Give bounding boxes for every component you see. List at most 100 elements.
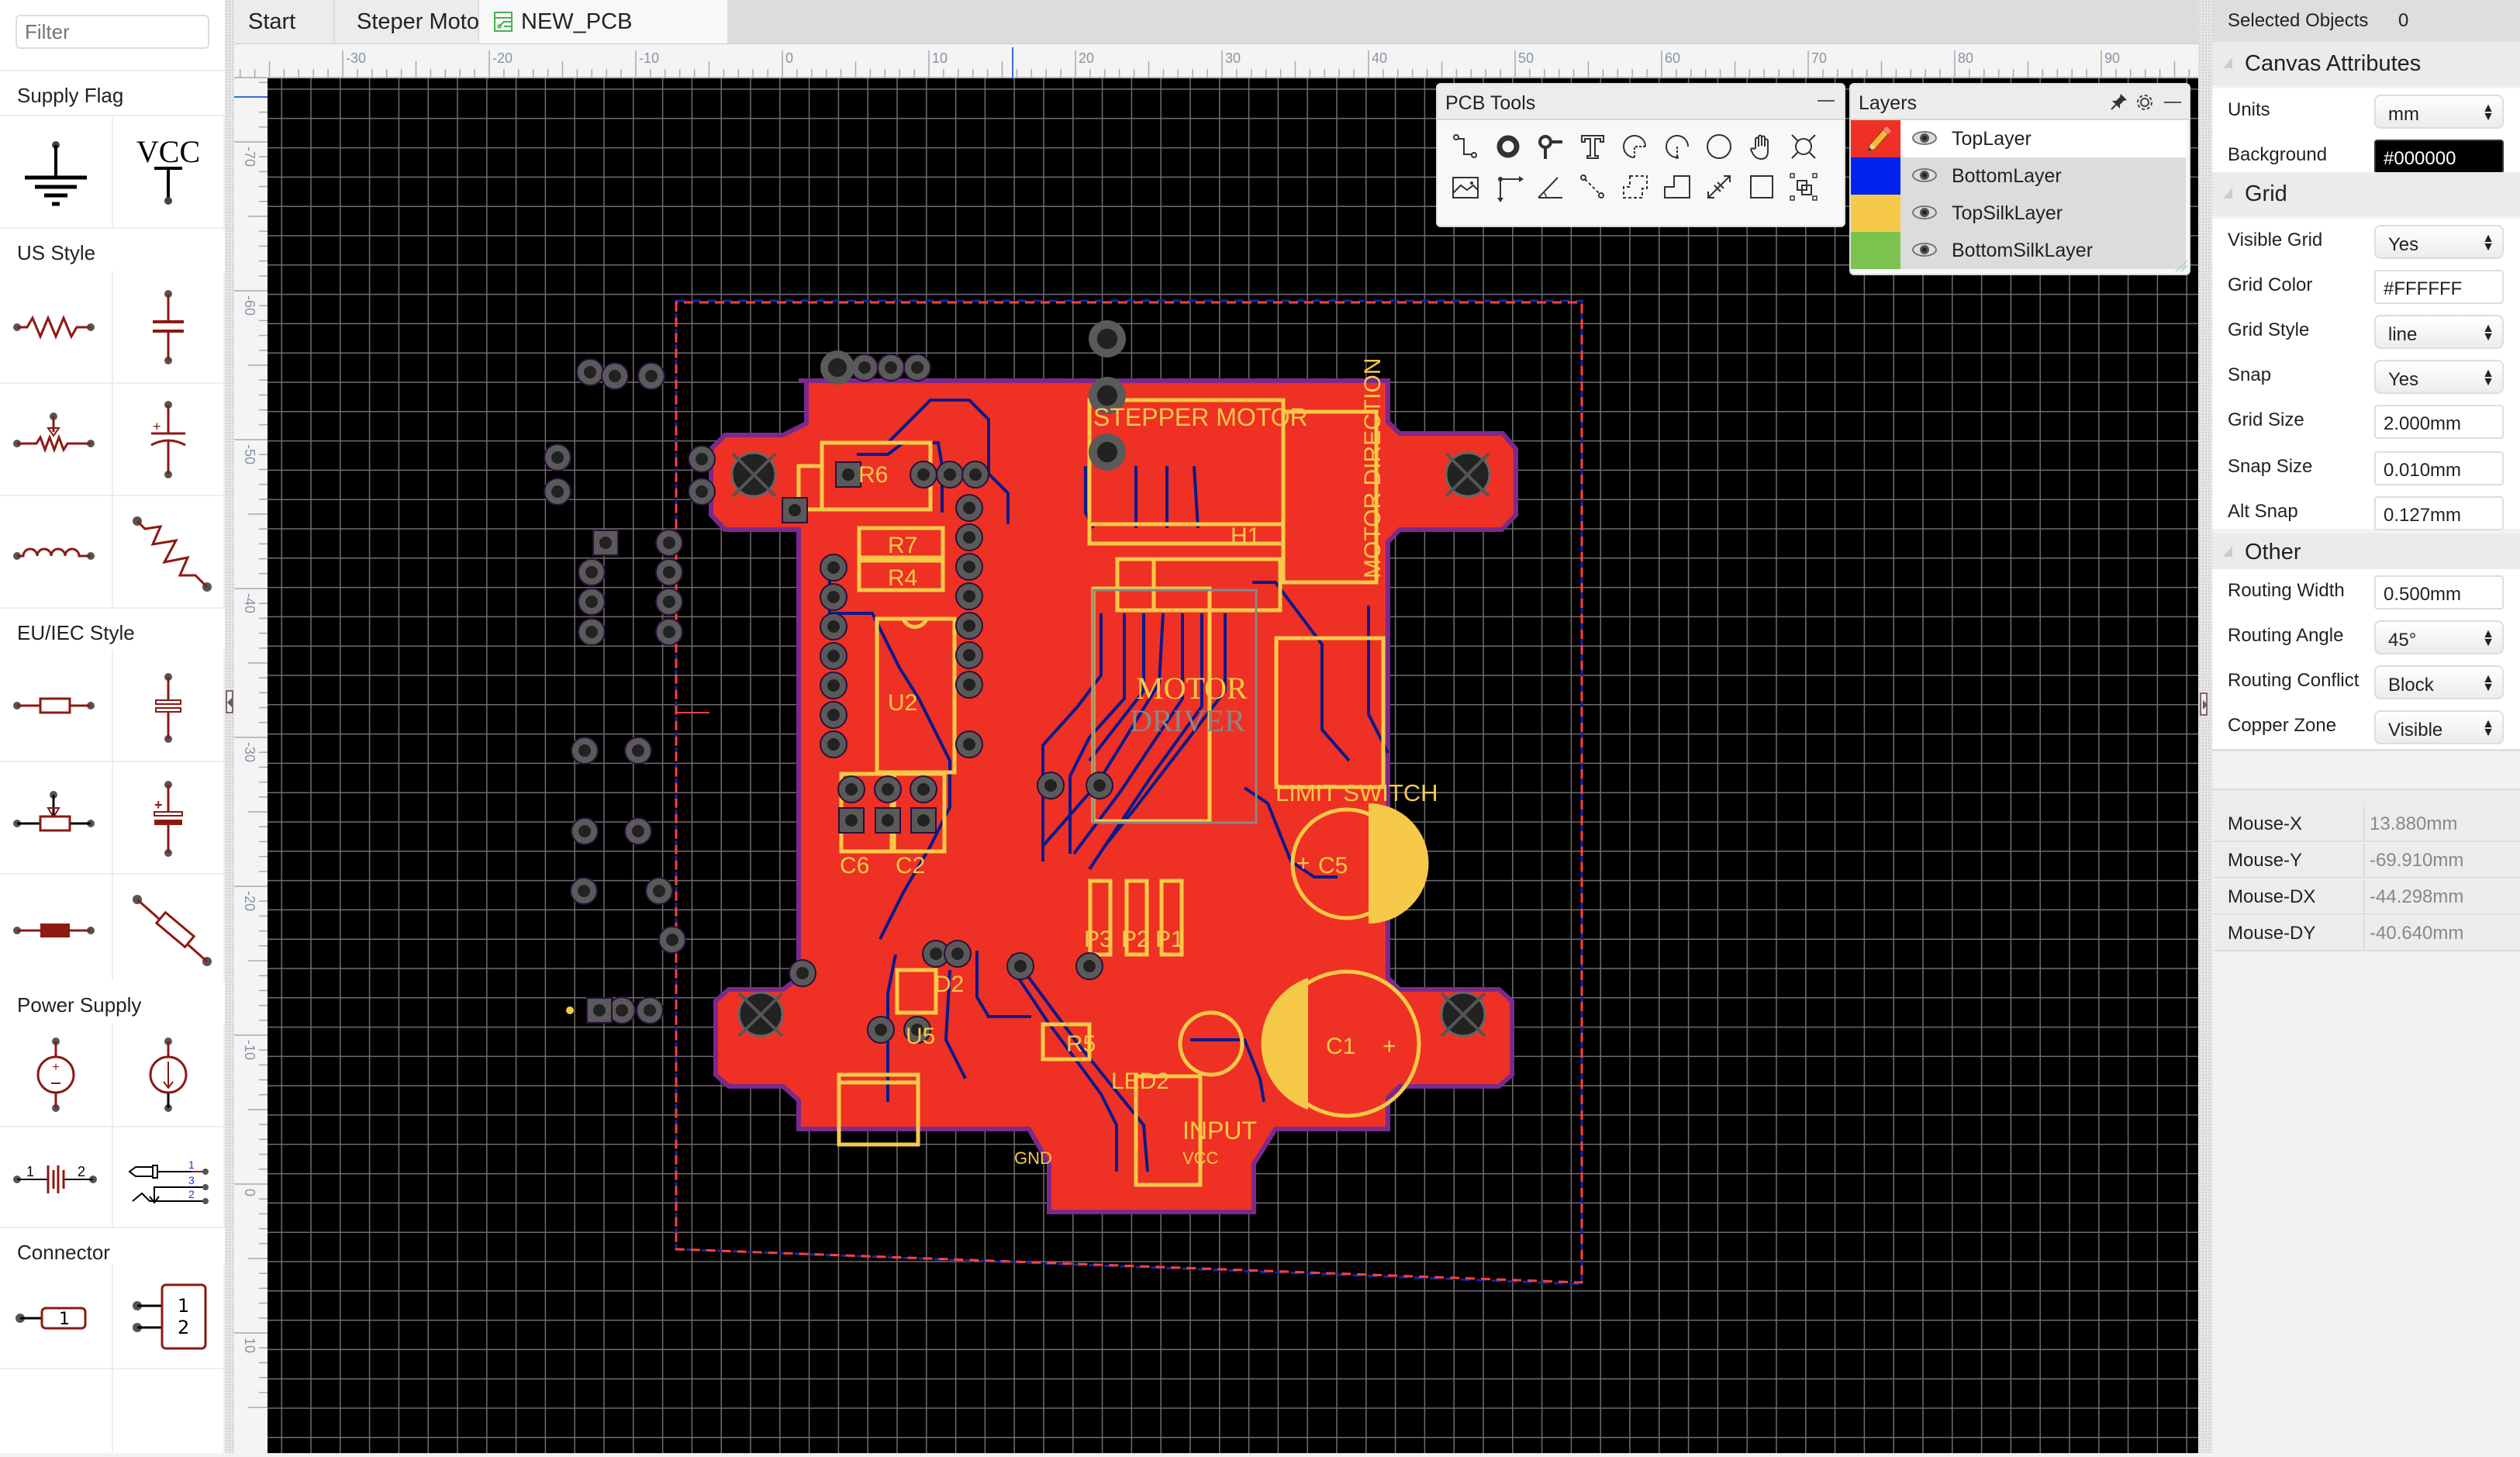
through-hole-pad[interactable] [955, 494, 983, 522]
routing-conflict-select[interactable]: Block ▲ ▼ [2374, 665, 2504, 699]
layer-color-swatch[interactable] [1851, 195, 1900, 232]
through-hole-pad[interactable] [571, 737, 599, 765]
through-hole-pad[interactable] [655, 558, 683, 586]
through-hole-pad[interactable] [837, 775, 865, 803]
through-hole-pad[interactable] [658, 926, 686, 954]
tab-schematic[interactable]: Steper Motor con... [335, 0, 548, 43]
part-voltage-source[interactable]: + [0, 1024, 113, 1127]
part-potentiometer-us[interactable] [0, 384, 113, 496]
solid-region-tool-button[interactable] [1659, 168, 1696, 205]
through-hole-pad[interactable] [1037, 772, 1065, 799]
square-pad[interactable] [586, 997, 613, 1024]
through-hole-pad[interactable] [961, 461, 989, 489]
through-hole-pad[interactable] [820, 613, 847, 640]
pin-icon[interactable] [2110, 92, 2128, 111]
part-inductor-us[interactable] [0, 496, 113, 609]
part-resistor-us[interactable] [0, 271, 113, 384]
part-audio-jack[interactable]: 1 3 2 [113, 1127, 225, 1228]
part-capacitor-eu[interactable] [113, 650, 225, 762]
through-hole-pad[interactable] [820, 672, 847, 699]
part-connector-1pin[interactable]: 1 [0, 1264, 113, 1369]
visibility-eye-icon[interactable] [1911, 241, 1938, 258]
through-hole-pad[interactable] [851, 354, 879, 382]
part-vcc[interactable]: VCC [113, 116, 225, 229]
visible-grid-select[interactable]: Yes ▲ ▼ [2374, 225, 2504, 259]
through-hole-pad[interactable] [944, 940, 972, 968]
part-resistor-us-diagonal[interactable] [113, 496, 225, 609]
section-eu-iec-style[interactable]: EU/IEC Style [0, 609, 225, 655]
through-hole-pad[interactable] [820, 583, 847, 611]
through-hole-pad[interactable] [544, 478, 571, 506]
part-potentiometer-eu[interactable] [0, 762, 113, 875]
visibility-eye-icon[interactable] [1911, 167, 1938, 184]
snap-size-input[interactable]: 0.010mm [2374, 451, 2504, 485]
part-current-source[interactable] [113, 1024, 225, 1127]
through-hole-pad[interactable] [1006, 952, 1034, 980]
collapse-right-panel-button[interactable] [2200, 692, 2208, 716]
section-power-supply[interactable]: Power Supply [0, 981, 225, 1027]
through-hole-pad[interactable] [578, 588, 606, 616]
group-other[interactable]: Other [2212, 533, 2520, 569]
minimize-icon[interactable] [2164, 102, 2181, 103]
collapse-left-panel-button[interactable] [226, 690, 233, 713]
filter-input[interactable] [16, 15, 209, 49]
large-pad[interactable] [1089, 320, 1126, 357]
part-resistor-eu[interactable] [0, 650, 113, 762]
protractor-tool-button[interactable] [1531, 168, 1569, 205]
through-hole-pad[interactable] [820, 701, 847, 729]
through-hole-pad[interactable] [688, 478, 716, 506]
through-hole-pad[interactable] [636, 996, 664, 1024]
through-hole-pad[interactable] [910, 775, 937, 803]
through-hole-pad[interactable] [624, 817, 652, 845]
part-connector-next-b[interactable] [113, 1369, 225, 1453]
through-hole-pad[interactable] [1075, 952, 1103, 980]
group-canvas-attributes[interactable]: Canvas Attributes [2212, 42, 2520, 85]
tab-new-pcb[interactable]: NEW_PCB [479, 0, 727, 43]
through-hole-pad[interactable] [608, 996, 636, 1024]
text-tool-button[interactable] [1574, 128, 1611, 165]
part-polarized-capacitor-us[interactable]: + [113, 384, 225, 496]
through-hole-pad[interactable] [877, 354, 905, 382]
through-hole-pad[interactable] [655, 529, 683, 557]
connect-pad-tool-button[interactable] [1574, 168, 1611, 205]
dimension-tool-button[interactable] [1700, 168, 1738, 205]
through-hole-pad[interactable] [936, 461, 964, 489]
through-hole-pad[interactable] [578, 618, 606, 646]
settings-gear-icon[interactable] [2135, 92, 2155, 112]
grid-style-select[interactable]: line ▲ ▼ [2374, 315, 2504, 349]
through-hole-pad[interactable] [955, 582, 983, 610]
layer-row-bottomlayer[interactable]: BottomLayer [1851, 157, 2186, 195]
through-hole-pad[interactable] [903, 354, 931, 382]
canvas-origin-tool-button[interactable] [1490, 168, 1527, 205]
routing-width-input[interactable]: 0.500mm [2374, 575, 2504, 609]
layer-row-bottomsilklayer[interactable]: BottomSilkLayer [1851, 232, 2186, 269]
through-hole-pad[interactable] [578, 558, 606, 586]
track-tool-button[interactable] [1447, 128, 1484, 165]
through-hole-pad[interactable] [955, 730, 983, 758]
units-select[interactable]: mm ▲ ▼ [2374, 95, 2504, 129]
through-hole-pad[interactable] [655, 618, 683, 646]
hole-tool-button[interactable] [1785, 128, 1822, 165]
via-tool-button[interactable] [1531, 128, 1569, 165]
part-connector-next-a[interactable] [0, 1369, 113, 1453]
through-hole-pad[interactable] [637, 362, 665, 390]
through-hole-pad[interactable] [867, 1016, 895, 1044]
pad-tool-button[interactable] [1490, 128, 1527, 165]
through-hole-pad[interactable] [570, 877, 598, 905]
alt-snap-input[interactable]: 0.127mm [2374, 496, 2504, 530]
through-hole-pad[interactable] [955, 671, 983, 699]
layer-row-toplayer[interactable]: TopLayer [1851, 120, 2186, 157]
center-arc-tool-button[interactable] [1659, 128, 1696, 165]
square-pad[interactable] [875, 807, 901, 834]
routing-angle-select[interactable]: 45° ▲ ▼ [2374, 620, 2504, 654]
layer-row-topsilklayer[interactable]: TopSilkLayer [1851, 195, 2186, 232]
visibility-eye-icon[interactable] [1911, 204, 1938, 221]
through-hole-pad[interactable] [955, 523, 983, 551]
visibility-eye-icon[interactable] [1911, 129, 1938, 147]
through-hole-pad[interactable] [571, 817, 599, 845]
through-hole-pad[interactable] [955, 641, 983, 669]
square-pad[interactable] [835, 461, 861, 488]
minimize-icon[interactable] [1818, 100, 1835, 102]
part-capacitor-us[interactable] [113, 271, 225, 384]
large-pad[interactable] [820, 350, 854, 385]
